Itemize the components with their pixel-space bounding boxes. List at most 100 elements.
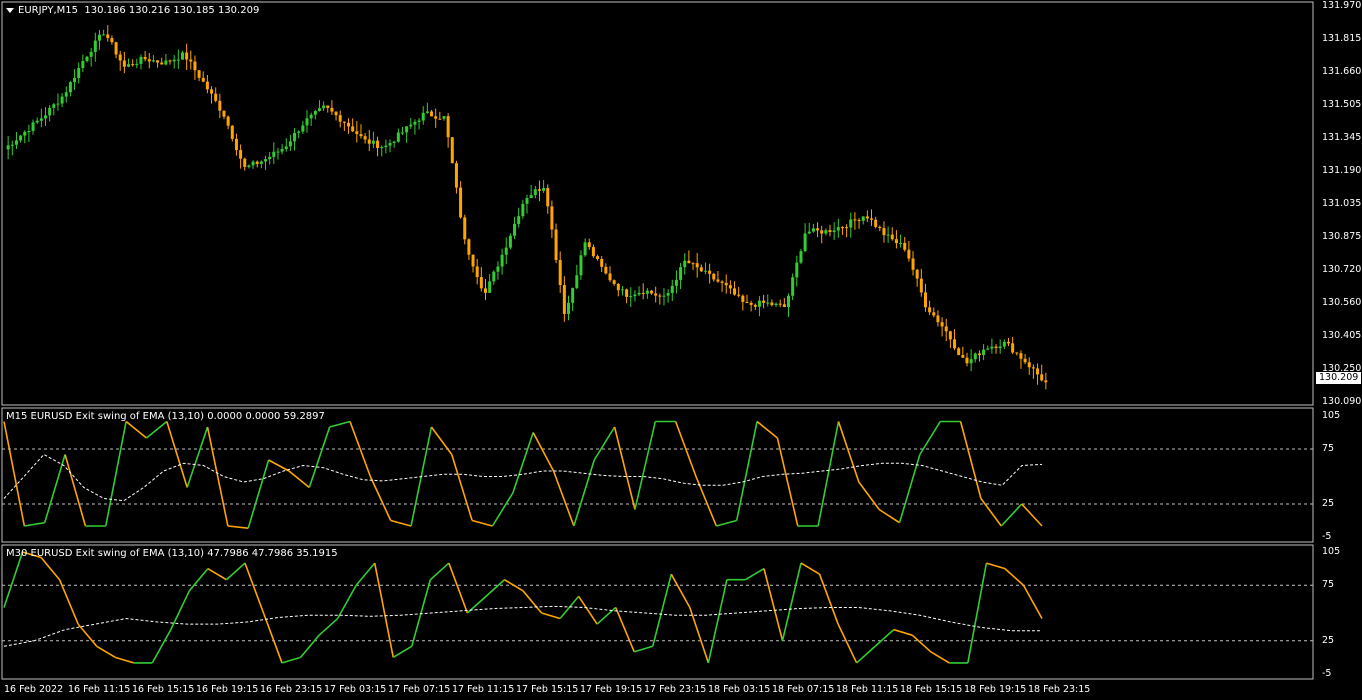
- swing-segment: [776, 437, 799, 527]
- candles-layer: [6, 25, 1048, 390]
- candle-body: [940, 322, 944, 327]
- candle-body: [546, 188, 550, 207]
- candle-body: [359, 134, 363, 137]
- swing-segment: [573, 459, 595, 527]
- swing-segment: [268, 459, 290, 472]
- candle-body: [513, 223, 517, 236]
- candle-body: [737, 294, 741, 296]
- swing-segment: [281, 656, 301, 664]
- candle-body: [77, 67, 81, 78]
- swing-segment: [288, 470, 310, 489]
- swing-segment: [634, 421, 657, 510]
- candle-body: [720, 281, 724, 283]
- candle-body: [122, 60, 126, 67]
- candle-body: [450, 137, 454, 164]
- candle-body: [529, 195, 533, 199]
- candle-body: [1031, 367, 1035, 369]
- candle-body: [679, 267, 683, 280]
- collapse-triangle-icon[interactable]: [6, 7, 14, 13]
- symbol-header[interactable]: EURJPY,M15 130.186 130.216 130.185 130.2…: [6, 5, 259, 16]
- price-tick: 130.405: [1322, 330, 1362, 341]
- candle-body: [10, 144, 14, 146]
- time-tick: 17 Feb 03:15: [324, 684, 387, 695]
- swing-segment: [763, 568, 784, 641]
- candle-body: [1015, 352, 1019, 354]
- candle-body: [733, 288, 737, 295]
- candle-body: [106, 34, 110, 39]
- candle-body: [816, 228, 820, 231]
- swing-segment: [485, 579, 505, 597]
- candle-body: [19, 135, 23, 141]
- candle-body: [562, 285, 566, 314]
- swing-segment: [3, 551, 24, 608]
- candle-body: [782, 304, 786, 307]
- candle-body: [600, 258, 604, 267]
- swing-segment: [800, 562, 820, 575]
- candle-body: [201, 77, 205, 82]
- candle-body: [355, 131, 359, 135]
- candle-body: [189, 59, 193, 62]
- swing-segment: [735, 421, 758, 521]
- sub2-pane-border: [1, 544, 1314, 680]
- candle-body: [708, 270, 712, 274]
- candle-body: [650, 290, 654, 294]
- candle-body: [778, 303, 782, 305]
- candle-body: [73, 77, 77, 83]
- indicator-tick: 105: [1322, 546, 1341, 557]
- swing-segment: [225, 562, 246, 581]
- candle-body: [56, 103, 60, 105]
- swing-segment: [670, 573, 691, 608]
- swing-segment: [355, 562, 376, 586]
- swing-segment: [145, 420, 168, 439]
- swing-segment: [980, 498, 1002, 527]
- candle-body: [878, 226, 882, 229]
- candle-body: [176, 59, 180, 61]
- swing-segment: [856, 645, 876, 664]
- candle-body: [629, 296, 633, 298]
- swing-segment: [911, 634, 932, 653]
- candle-body: [205, 81, 209, 90]
- time-tick: 17 Feb 23:15: [644, 684, 707, 695]
- price-tick: 131.345: [1322, 132, 1362, 143]
- candle-body: [695, 263, 699, 268]
- candle-body: [81, 61, 85, 68]
- candle-body: [496, 266, 500, 272]
- swing-segment: [471, 519, 493, 527]
- swing-segment: [817, 421, 840, 527]
- swing-segment: [227, 525, 249, 529]
- candle-body: [836, 227, 840, 231]
- candle-body: [500, 254, 504, 267]
- candle-body: [973, 353, 977, 360]
- candle-body: [533, 189, 537, 196]
- main-pane-border: [1, 1, 1314, 406]
- candle-body: [583, 242, 587, 256]
- candle-body: [591, 247, 595, 257]
- candle-body: [255, 161, 259, 164]
- swing-segment: [96, 645, 116, 659]
- candle-body: [226, 116, 230, 126]
- candle-body: [467, 239, 471, 255]
- candle-body: [633, 294, 637, 297]
- candle-body: [317, 108, 321, 111]
- candle-body: [44, 115, 48, 119]
- candle-body: [517, 216, 521, 224]
- candle-body: [367, 139, 371, 144]
- candle-body: [446, 116, 450, 138]
- swing-segment: [114, 656, 134, 664]
- candle-body: [824, 230, 828, 234]
- swing-segment: [104, 421, 127, 527]
- candle-body: [438, 118, 442, 120]
- candle-body: [741, 295, 745, 302]
- candle-body: [558, 259, 562, 286]
- candle-body: [483, 288, 487, 293]
- candle-body: [724, 282, 728, 286]
- candle-body: [1044, 380, 1048, 383]
- candle-body: [928, 307, 932, 313]
- chart-canvas[interactable]: [0, 0, 1362, 700]
- candle-body: [870, 218, 874, 220]
- candle-body: [135, 63, 139, 65]
- candle-body: [542, 188, 546, 191]
- candle-body: [616, 283, 620, 291]
- candle-body: [645, 290, 649, 294]
- candle-body: [807, 231, 811, 234]
